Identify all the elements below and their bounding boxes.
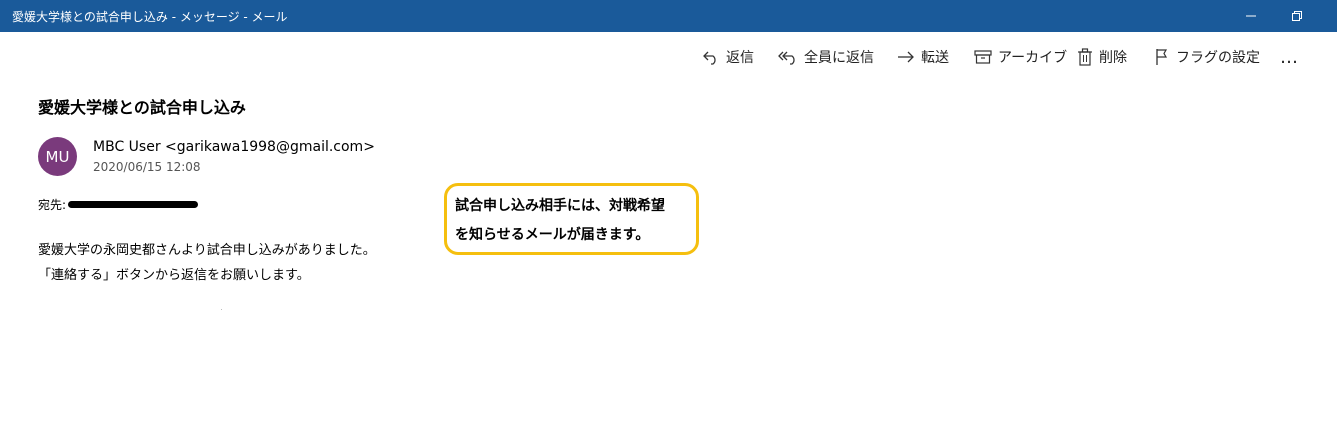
flag-label: フラグの設定: [1176, 50, 1260, 66]
more-options-button[interactable]: …: [1280, 42, 1299, 72]
window-title: 愛媛大学様との試合申し込み - メッセージ - メール: [12, 10, 288, 24]
message-toolbar: 返信 全員に返信 転送 アーカイブ 削除 フラグの設定 …: [0, 42, 1337, 72]
minimize-icon: [1246, 15, 1256, 17]
forward-arrow-icon: [898, 51, 914, 63]
annotation-callout: 試合申し込み相手には、対戦希望 を知らせるメールが届きます。: [444, 183, 699, 255]
reply-label: 返信: [726, 50, 754, 66]
callout-line: を知らせるメールが届きます。: [455, 227, 650, 243]
reply-all-label: 全員に返信: [804, 50, 874, 66]
reply-all-button[interactable]: 全員に返信: [778, 42, 874, 72]
avatar-initials: MU: [45, 147, 70, 166]
more-icon: …: [1280, 46, 1299, 68]
redacted-recipient: [68, 201, 199, 208]
forward-button[interactable]: 転送: [897, 42, 949, 72]
minimize-button[interactable]: [1228, 0, 1274, 32]
reply-button[interactable]: 返信: [702, 42, 754, 72]
avatar: MU: [38, 137, 77, 176]
archive-button[interactable]: アーカイブ: [974, 42, 1067, 72]
restore-icon: [1292, 11, 1302, 21]
delete-label: 削除: [1099, 50, 1127, 66]
delete-button[interactable]: 削除: [1077, 42, 1127, 72]
body-line: 「連絡する」ボタンから返信をお願いします。: [38, 268, 310, 283]
callout-line: 試合申し込み相手には、対戦希望: [455, 198, 665, 214]
body-line: 愛媛大学の永岡史都さんより試合申し込みがありました。: [38, 243, 376, 258]
recipient-line: 宛先:: [38, 196, 199, 213]
flag-icon: [1156, 49, 1168, 65]
title-bar: 愛媛大学様との試合申し込み - メッセージ - メール: [0, 0, 1337, 32]
archive-label: アーカイブ: [998, 50, 1068, 66]
restore-button[interactable]: [1274, 0, 1320, 32]
reply-icon: [703, 51, 716, 65]
archive-icon: [974, 50, 992, 64]
to-label: 宛先:: [38, 198, 67, 212]
sender-name[interactable]: MBC User <garikawa1998@gmail.com>: [93, 139, 375, 155]
forward-label: 転送: [921, 50, 949, 66]
stray-dot: [221, 309, 222, 310]
trash-icon: [1078, 48, 1092, 66]
message-body: 愛媛大学の永岡史都さんより試合申し込みがありました。 「連絡する」ボタンから返信…: [38, 238, 376, 288]
message-subject: 愛媛大学様との試合申し込み: [38, 98, 246, 117]
message-date: 2020/06/15 12:08: [93, 160, 201, 174]
flag-button[interactable]: フラグの設定: [1154, 42, 1260, 72]
reply-all-icon: [778, 51, 795, 65]
